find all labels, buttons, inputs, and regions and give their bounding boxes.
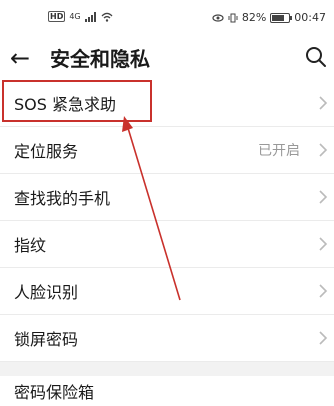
annotation-arrow — [122, 116, 181, 301]
